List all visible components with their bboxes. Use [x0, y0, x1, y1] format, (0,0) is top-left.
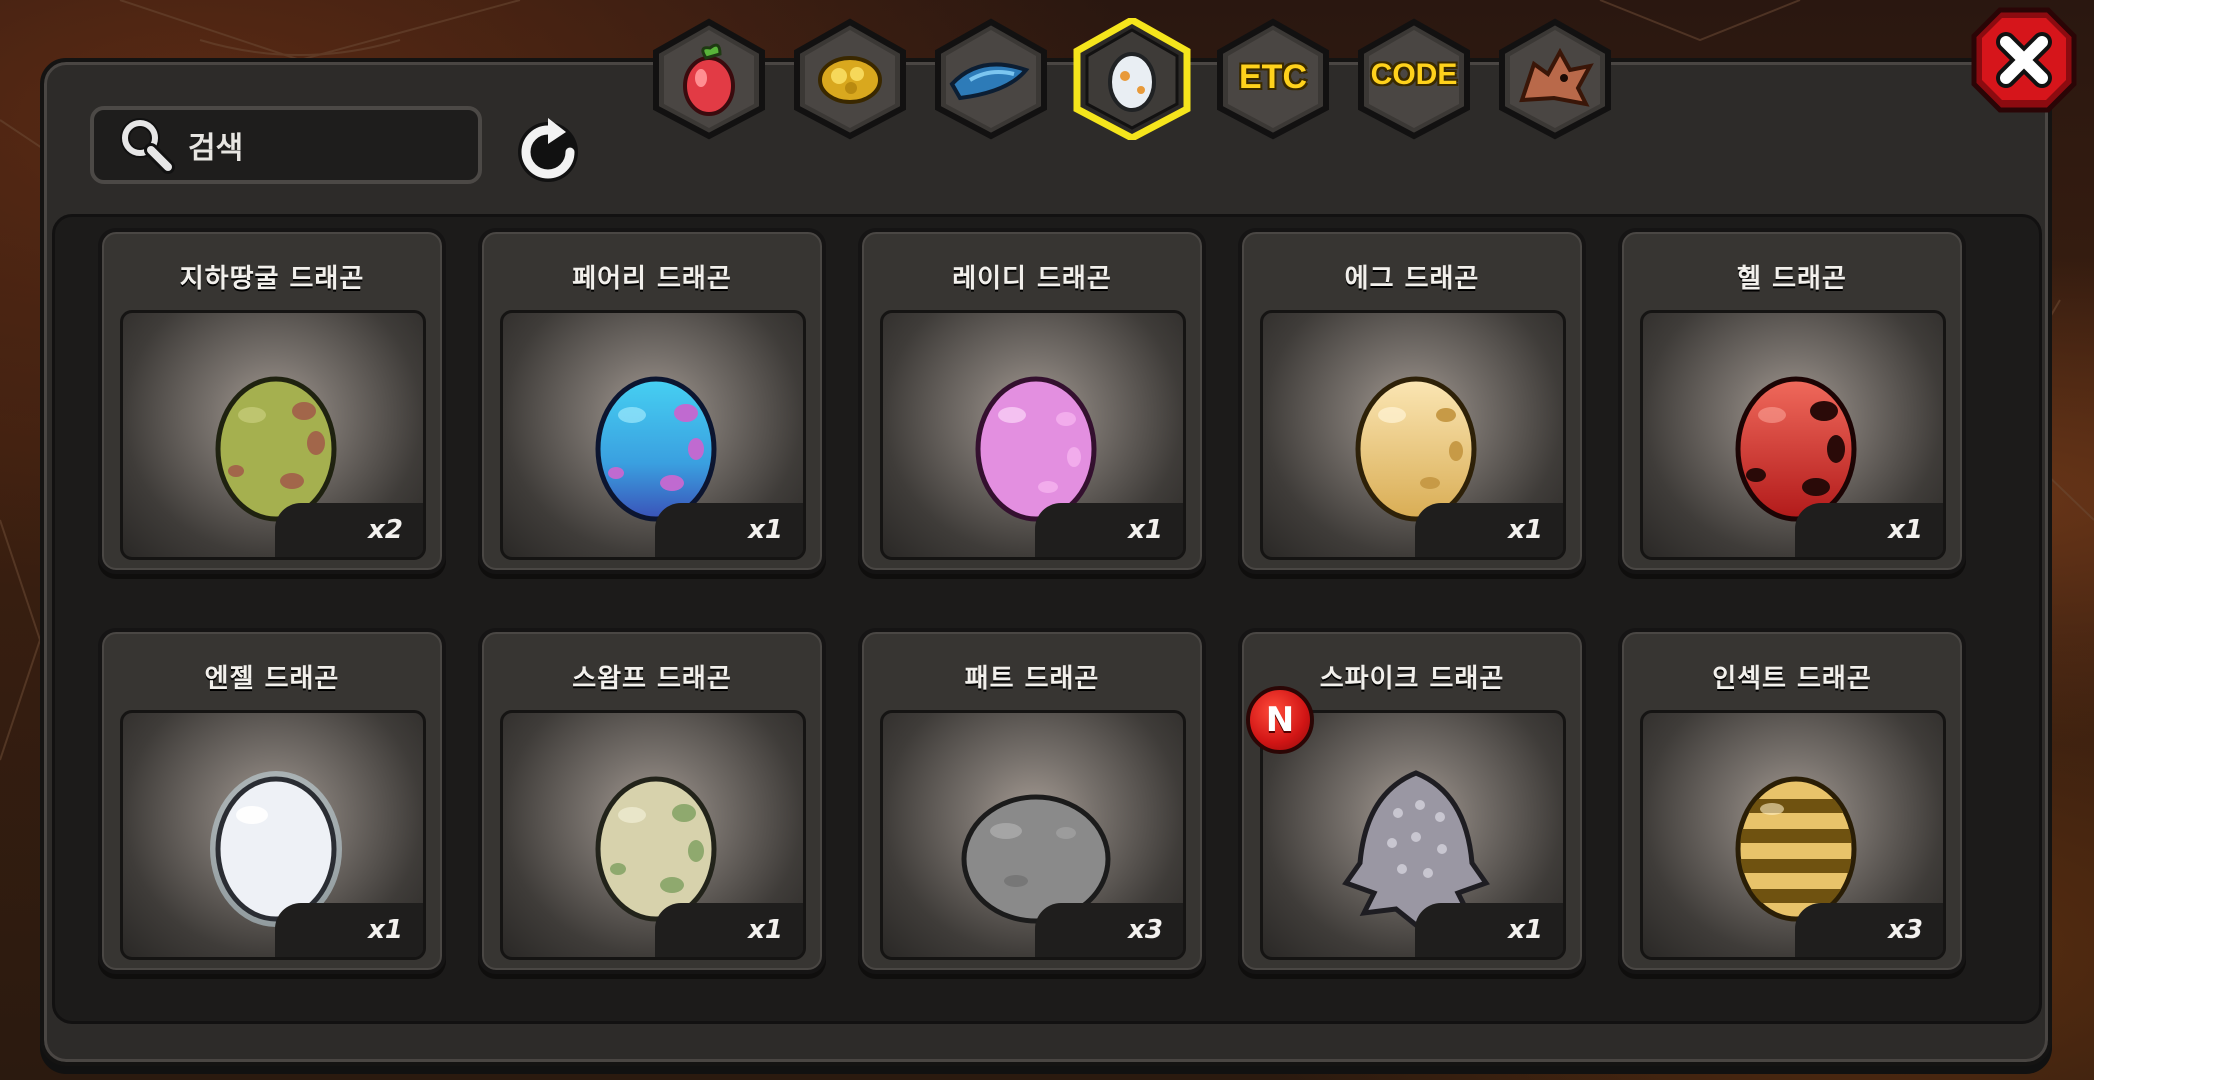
- egg-display: x1: [1640, 310, 1946, 560]
- card-title: 패트 드래곤: [964, 664, 1100, 694]
- egg-display: x1: [500, 710, 806, 960]
- egg-icon: [1108, 52, 1156, 112]
- egg-card-underground[interactable]: 지하땅굴 드래곤 x2: [98, 228, 446, 574]
- egg-card-hell[interactable]: 헬 드래곤 x1: [1618, 228, 1966, 574]
- egg-display: x2: [120, 310, 426, 560]
- egg-display: x3: [880, 710, 1186, 960]
- search-icon: [120, 118, 175, 174]
- tab-gold[interactable]: [789, 18, 911, 140]
- egg-display: x1: [500, 310, 806, 560]
- count-badge: x1: [655, 503, 803, 557]
- refresh-icon[interactable]: [512, 116, 584, 188]
- tab-dragon-scale[interactable]: [930, 18, 1052, 140]
- card-title: 페어리 드래곤: [572, 264, 732, 294]
- tab-etc[interactable]: ETC: [1212, 18, 1334, 140]
- count-badge: x3: [1795, 903, 1943, 957]
- count-badge: x1: [1415, 903, 1563, 957]
- search-placeholder: 검색: [188, 131, 244, 166]
- egg-card-fairy[interactable]: 페어리 드래곤 x1: [478, 228, 826, 574]
- count-badge: x1: [1795, 503, 1943, 557]
- tab-etc-label: ETC: [1239, 58, 1307, 96]
- count-badge: x1: [655, 903, 803, 957]
- tab-fruit[interactable]: [648, 18, 770, 140]
- card-title: 인섹트 드래곤: [1712, 664, 1872, 694]
- close-icon[interactable]: [1970, 6, 2078, 114]
- egg-display: x1: [880, 310, 1186, 560]
- tab-code[interactable]: CODE: [1353, 18, 1475, 140]
- card-title: 엔젤 드래곤: [204, 664, 340, 694]
- fruit-icon: [683, 43, 735, 116]
- search-input[interactable]: 검색: [90, 106, 482, 184]
- count-badge: x1: [1035, 503, 1183, 557]
- egg-card-spike[interactable]: 스파이크 드래곤 x1: [1238, 628, 1586, 974]
- new-badge: N: [1246, 686, 1314, 754]
- egg-card-fat[interactable]: 패트 드래곤 x3: [858, 628, 1206, 974]
- egg-display: x1: [120, 710, 426, 960]
- tab-code-label: CODE: [1370, 58, 1458, 91]
- egg-card-egg[interactable]: 에그 드래곤 x1: [1238, 228, 1586, 574]
- count-badge: x1: [275, 903, 423, 957]
- egg-display: x3: [1640, 710, 1946, 960]
- dragon-scale-icon: [949, 62, 1030, 101]
- card-title: 에그 드래곤: [1344, 264, 1480, 294]
- count-badge: x2: [275, 503, 423, 557]
- count-badge: x1: [1415, 503, 1563, 557]
- egg-display: x1: [1260, 710, 1566, 960]
- card-title: 스왐프 드래곤: [572, 664, 732, 694]
- gold-ore-icon: [818, 56, 882, 104]
- tab-egg[interactable]: [1071, 15, 1193, 142]
- card-title: 지하땅굴 드래곤: [179, 264, 365, 294]
- card-title: 레이디 드래곤: [952, 264, 1112, 294]
- egg-card-angel[interactable]: 엔젤 드래곤 x1: [98, 628, 446, 974]
- egg-card-insect[interactable]: 인섹트 드래곤 x3: [1618, 628, 1966, 974]
- tab-dragon[interactable]: [1494, 18, 1616, 140]
- egg-card-lady[interactable]: 레이디 드래곤 x1: [858, 228, 1206, 574]
- egg-display: x1: [1260, 310, 1566, 560]
- dragon-head-icon: [1519, 47, 1594, 107]
- card-title: 헬 드래곤: [1737, 264, 1847, 294]
- count-badge: x3: [1035, 903, 1183, 957]
- egg-card-swamp[interactable]: 스왐프 드래곤 x1: [478, 628, 826, 974]
